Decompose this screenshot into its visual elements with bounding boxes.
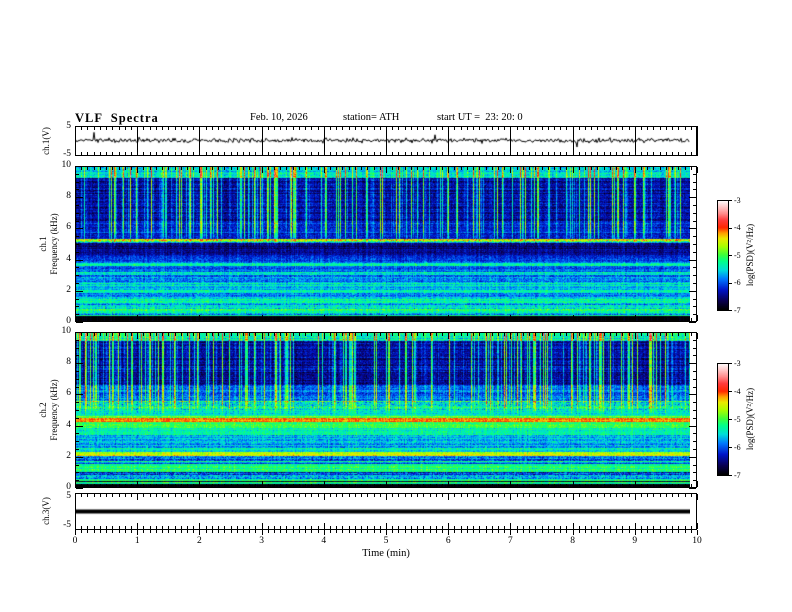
colorbar2-gradient: [718, 363, 728, 475]
x-tick-label: 7: [508, 536, 513, 546]
x-tick-label: 6: [445, 536, 451, 546]
colorbar-tick-label: -5: [734, 414, 741, 424]
ch1-freq-tick-label: 2: [66, 284, 71, 295]
ch2-freq-tick-label: 10: [61, 326, 72, 336]
x-tick-label: 9: [632, 536, 638, 546]
ch3-volts-axis-title: ch.3(V): [41, 497, 51, 525]
ch1-axis-title: ch.1: [38, 236, 48, 252]
ch2-freq-tick-label: 6: [66, 388, 71, 399]
ch2-freq-tick-label: 8: [66, 357, 71, 368]
colorbar2-title: log(PSD)(V²/Hz): [745, 387, 755, 451]
ch3-volt-tick-label: -5: [63, 520, 71, 530]
x-tick-label: 10: [692, 536, 702, 546]
x-tick-label: 2: [197, 536, 202, 546]
x-tick-label: 5: [383, 536, 389, 546]
figure-title: VLF Spectra: [75, 111, 159, 125]
ch1-freq-tick-label: 4: [66, 253, 71, 264]
colorbar-tick-label: -4: [734, 386, 741, 396]
ch1-freq-tick-label: 8: [66, 191, 71, 202]
ch1-freq-tick-label: 0: [66, 316, 71, 326]
ch1-volt-tick-label: -5: [63, 149, 71, 159]
ch2-freq-tick-label: 4: [66, 419, 71, 430]
x-tick-label: 0: [72, 536, 78, 546]
ch2-frequency-axis-title: Frequency (kHz): [49, 379, 59, 441]
vlf-spectra-figure: VLF Spectra Feb. 10, 2026 station= ATH s…: [0, 0, 792, 612]
ch1-volt-tick-label: 5: [66, 121, 71, 131]
station-label: station= ATH: [343, 112, 400, 123]
colorbar1-gradient: [718, 200, 728, 310]
colorbar-tick-label: -6: [734, 278, 741, 287]
time-axis-title: Time (min): [362, 548, 410, 559]
colorbar1-title: log(PSD)(V²/Hz): [745, 223, 755, 287]
colorbar-tick-label: -7: [734, 470, 741, 480]
ch2-spectrogram-plot: [76, 333, 690, 487]
x-tick-label: 8: [570, 536, 575, 546]
colorbar-tick-label: -6: [734, 442, 741, 452]
colorbar-tick-label: -5: [734, 250, 741, 260]
ch1-frequency-axis-title: Frequency (kHz): [49, 213, 59, 275]
x-tick-label: 1: [134, 536, 140, 546]
ch1-waveform-plot: [76, 127, 690, 155]
x-tick-label: 3: [259, 536, 264, 546]
colorbar-tick-label: -7: [734, 305, 741, 315]
ch1-spectrogram-plot: [76, 167, 690, 321]
colorbar-tick-label: -4: [734, 223, 741, 232]
colorbar-tick-label: -3: [734, 195, 741, 205]
ch2-freq-tick-label: 2: [66, 450, 71, 461]
ch3-volt-tick-label: 5: [66, 491, 71, 501]
ch2-axis-title: ch.2: [38, 402, 48, 418]
ch1-volts-axis-title: ch.1(V): [41, 127, 51, 155]
ch1-freq-tick-label: 6: [66, 222, 71, 233]
ch3-waveform-plot: [76, 494, 690, 529]
x-tick-label: 4: [321, 536, 327, 546]
colorbar-tick-label: -3: [734, 358, 741, 368]
start-ut-label: start UT = 23: 20: 0: [437, 112, 523, 123]
date-label: Feb. 10, 2026: [250, 112, 308, 123]
ch1-freq-tick-label: 10: [61, 160, 72, 170]
